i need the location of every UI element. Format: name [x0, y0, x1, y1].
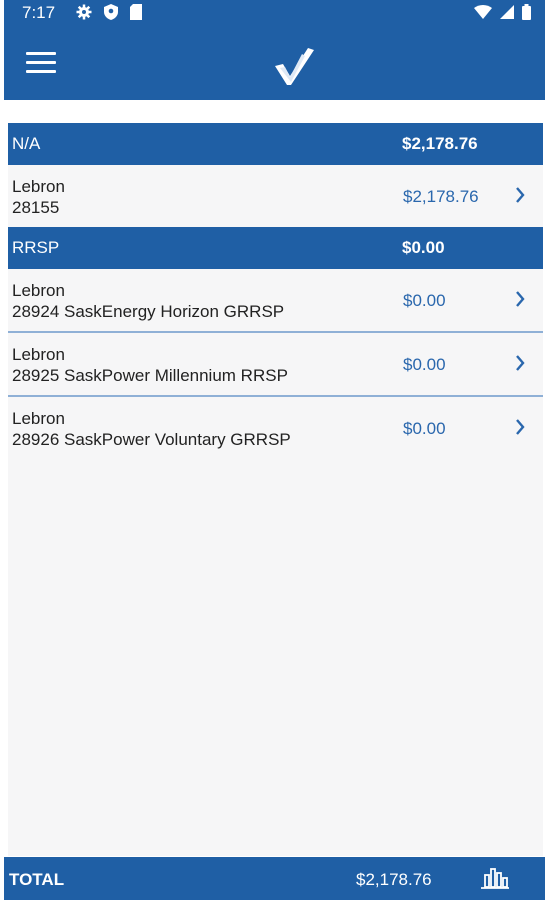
accounts-list: N/A $2,178.76 Lebron 28155 $2,178.76 RRS…	[8, 123, 543, 856]
account-amount: $0.00	[403, 291, 446, 310]
app-bar: 7:17	[4, 0, 545, 100]
account-amount: $0.00	[403, 355, 446, 374]
account-owner: Lebron	[12, 409, 65, 428]
account-owner: Lebron	[12, 177, 65, 196]
account-detail: 28155	[12, 198, 60, 217]
chevron-right-icon[interactable]	[515, 355, 525, 371]
group-total: $0.00	[402, 238, 445, 257]
account-row[interactable]: Lebron 28155 $2,178.76	[8, 165, 543, 227]
status-time: 7:17	[22, 3, 56, 22]
chevron-right-icon[interactable]	[515, 291, 525, 307]
group-header-rrsp: RRSP $0.00	[8, 227, 543, 269]
sd-card-icon	[130, 4, 142, 20]
shield-icon	[104, 4, 118, 20]
wifi-icon	[474, 5, 492, 19]
cellular-signal-icon	[500, 5, 514, 19]
bar-chart-icon[interactable]	[480, 866, 510, 890]
group-header-na: N/A $2,178.76	[8, 123, 543, 165]
account-row[interactable]: Lebron 28924 SaskEnergy Horizon GRRSP $0…	[8, 269, 543, 333]
account-row[interactable]: Lebron 28925 SaskPower Millennium RRSP $…	[8, 333, 543, 397]
account-row[interactable]: Lebron 28926 SaskPower Voluntary GRRSP $…	[8, 397, 543, 459]
settings-gear-icon	[76, 4, 92, 20]
group-total: $2,178.76	[402, 134, 478, 153]
battery-icon	[522, 4, 531, 20]
status-bar: 7:17	[4, 0, 545, 28]
chevron-right-icon[interactable]	[515, 187, 525, 203]
checkmark-logo	[275, 48, 314, 85]
group-name: RRSP	[12, 238, 60, 257]
menu-icon[interactable]	[26, 52, 56, 78]
account-amount: $2,178.76	[403, 187, 479, 206]
account-detail: 28926 SaskPower Voluntary GRRSP	[12, 430, 291, 449]
chevron-right-icon[interactable]	[515, 419, 525, 435]
account-detail: 28924 SaskEnergy Horizon GRRSP	[12, 302, 285, 321]
total-label: TOTAL	[9, 870, 65, 889]
total-footer: TOTAL $2,178.76	[4, 857, 545, 900]
account-owner: Lebron	[12, 281, 65, 300]
total-amount: $2,178.76	[356, 870, 432, 889]
account-amount: $0.00	[403, 419, 446, 438]
group-name: N/A	[12, 134, 41, 153]
account-detail: 28925 SaskPower Millennium RRSP	[12, 366, 288, 385]
account-owner: Lebron	[12, 345, 65, 364]
